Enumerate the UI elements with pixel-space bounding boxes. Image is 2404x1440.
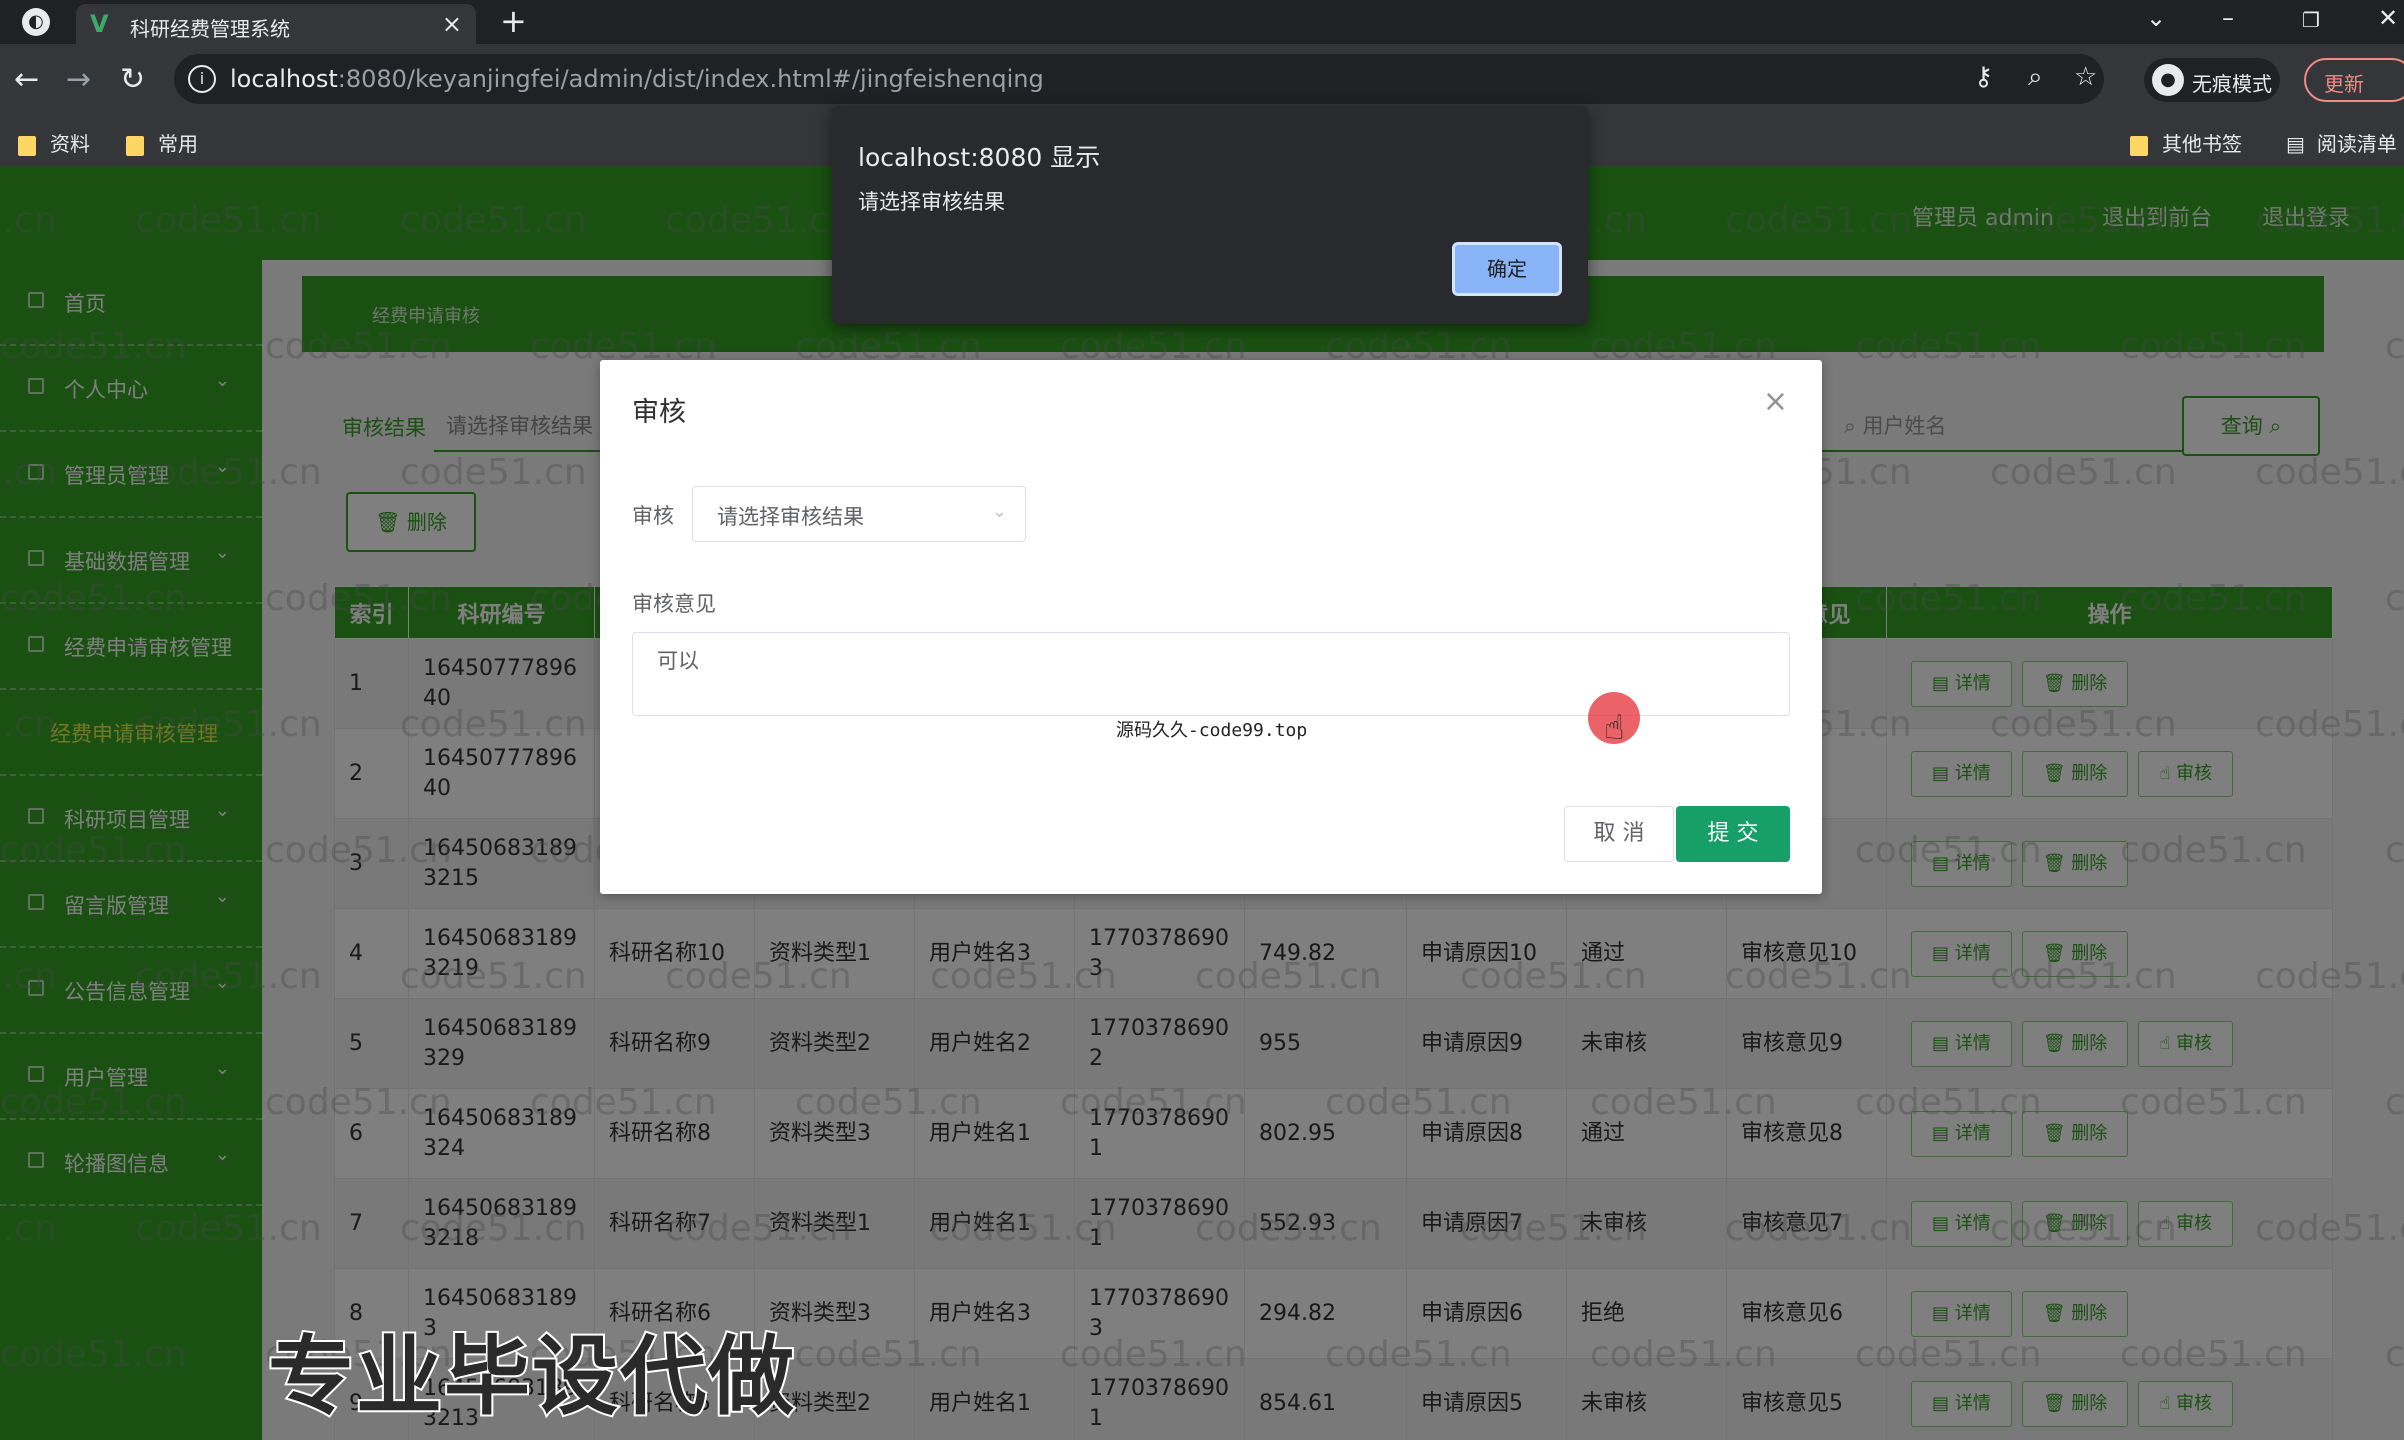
review-field-label: 审核 bbox=[632, 504, 674, 528]
alert-ok-button[interactable]: 确定 bbox=[1452, 242, 1562, 296]
dialog-title: 审核 bbox=[632, 397, 686, 428]
tab-close-icon[interactable]: × bbox=[442, 10, 462, 38]
folder-icon bbox=[126, 135, 144, 156]
dialog-close-icon[interactable]: × bbox=[1763, 384, 1788, 419]
update-button[interactable]: 更新 bbox=[2304, 58, 2404, 102]
folder-icon bbox=[18, 135, 36, 156]
window-close-icon[interactable]: ✕ bbox=[2378, 4, 2398, 32]
key-icon[interactable]: ⚷ bbox=[1974, 62, 1993, 92]
zoom-icon[interactable]: ⌕ bbox=[2028, 62, 2043, 93]
review-dialog: 审核 × 审核 请选择审核结果 ⌄ 审核意见 可以 源码久久-code99.to… bbox=[600, 360, 1822, 894]
alert-message: 请选择审核结果 bbox=[858, 190, 1005, 214]
incognito-icon: ● bbox=[2152, 64, 2184, 96]
hand-cursor-icon: ☝ bbox=[1604, 708, 1625, 748]
minimize-icon[interactable]: – bbox=[2222, 4, 2234, 32]
browser-alert: localhost:8080 显示 请选择审核结果 确定 bbox=[832, 106, 1588, 324]
vue-logo-icon: V bbox=[90, 10, 109, 38]
other-bookmarks[interactable]: 其他书签 bbox=[2130, 128, 2242, 157]
tab-title: 科研经费管理系统 bbox=[130, 17, 290, 41]
restore-icon[interactable]: ❐ bbox=[2302, 8, 2320, 32]
new-tab-icon[interactable]: + bbox=[500, 2, 527, 40]
promo-overlay-text: 专业毕设代做 bbox=[266, 1325, 796, 1429]
bookmark-folder-1[interactable]: 资料 bbox=[18, 128, 90, 157]
bookmark-star-icon[interactable]: ☆ bbox=[2074, 62, 2097, 92]
url-text: localhost:8080/keyanjingfei/admin/dist/i… bbox=[230, 65, 1044, 93]
review-result-select[interactable]: 请选择审核结果 ⌄ bbox=[692, 486, 1026, 542]
forward-icon[interactable]: → bbox=[66, 62, 91, 97]
alert-title: localhost:8080 显示 bbox=[858, 143, 1101, 172]
reload-icon[interactable]: ↻ bbox=[120, 62, 145, 97]
source-watermark: 源码久久-code99.top bbox=[1116, 720, 1308, 741]
folder-icon bbox=[2130, 135, 2148, 156]
reading-list-icon: ▤ bbox=[2286, 132, 2305, 156]
incognito-label: 无痕模式 bbox=[2192, 72, 2272, 96]
reading-list[interactable]: ▤ 阅读清单 bbox=[2286, 128, 2397, 157]
incognito-indicator[interactable]: ● 无痕模式 bbox=[2144, 58, 2280, 102]
browser-logo-icon[interactable]: ◐ bbox=[22, 8, 50, 36]
browser-tabbar: ◐ V 科研经费管理系统 × + ⌄ – ❐ ✕ bbox=[0, 0, 2404, 44]
back-icon[interactable]: ← bbox=[14, 62, 39, 97]
browser-tab[interactable]: V 科研经费管理系统 × bbox=[76, 4, 476, 44]
submit-button[interactable]: 提 交 bbox=[1676, 806, 1790, 862]
cancel-button[interactable]: 取 消 bbox=[1564, 806, 1674, 862]
site-info-icon[interactable]: i bbox=[188, 65, 216, 93]
chevron-down-icon: ⌄ bbox=[991, 501, 1007, 522]
opinion-label: 审核意见 bbox=[632, 592, 716, 616]
tab-search-chevron-icon[interactable]: ⌄ bbox=[2146, 4, 2166, 32]
address-bar[interactable]: i localhost:8080/keyanjingfei/admin/dist… bbox=[174, 54, 2104, 104]
bookmark-folder-2[interactable]: 常用 bbox=[126, 128, 198, 157]
